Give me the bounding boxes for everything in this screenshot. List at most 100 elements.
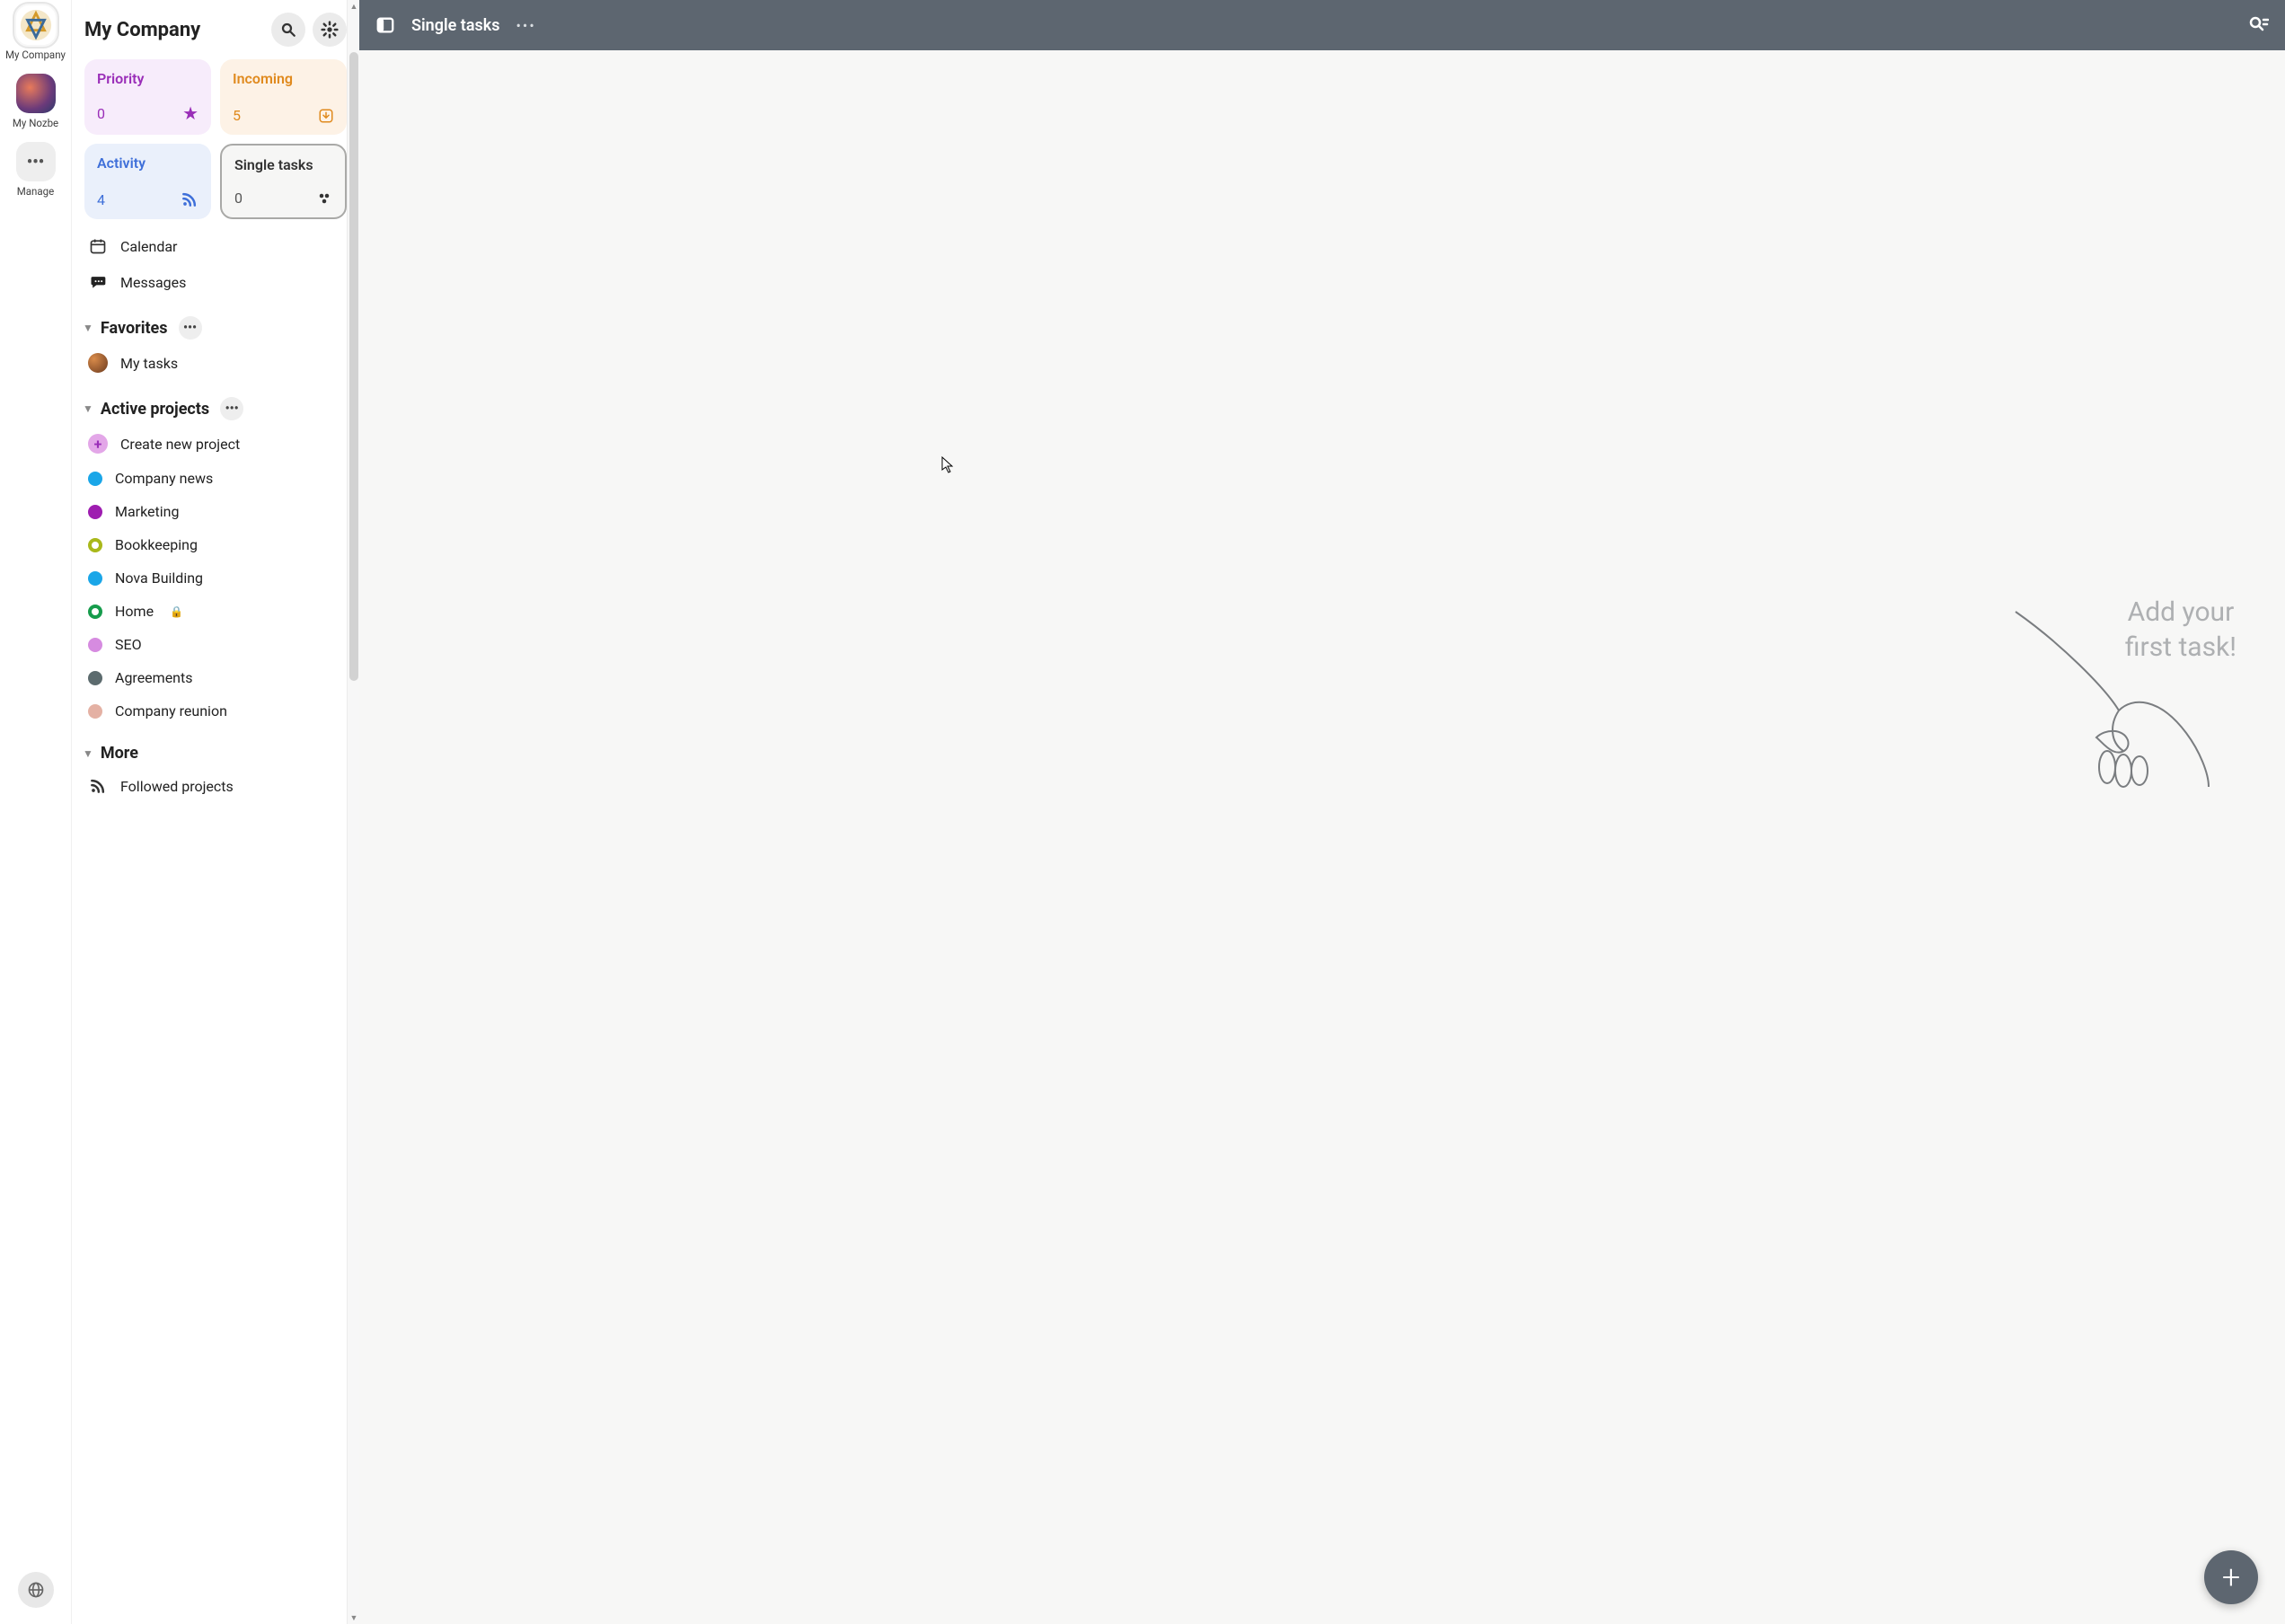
nav-label: Messages [120, 274, 186, 291]
inbox-icon [318, 108, 334, 124]
workspace-rail: My Company My Nozbe ••• Manage [0, 0, 72, 1624]
workspace-avatar [16, 74, 56, 113]
project-item[interactable]: Home 🔒 [81, 595, 350, 628]
project-item[interactable]: Company reunion [81, 694, 350, 728]
project-item[interactable]: Company news [81, 462, 350, 495]
content-area: Add your first task! + [359, 50, 2285, 1624]
section-label: Active projects [101, 400, 209, 419]
project-label: Agreements [115, 669, 193, 686]
messages-icon [88, 272, 108, 292]
ellipsis-icon: ••• [16, 142, 56, 181]
project-color-icon [88, 704, 102, 719]
card-title: Incoming [233, 70, 334, 87]
nav-messages[interactable]: Messages [81, 264, 350, 300]
favorite-my-tasks[interactable]: My tasks [81, 345, 350, 381]
workspace-my-company[interactable]: My Company [5, 5, 66, 61]
section-label: Favorites [101, 319, 168, 338]
project-color-icon [88, 638, 102, 652]
workspace-my-nozbe[interactable]: My Nozbe [13, 74, 58, 129]
dots-cluster-icon [316, 190, 332, 207]
workspace-manage[interactable]: ••• Manage [16, 142, 56, 198]
project-color-icon [88, 505, 102, 519]
workspace-label: My Nozbe [13, 117, 58, 129]
section-label: More [101, 744, 138, 763]
hand-pointing-illustration [2007, 607, 2213, 796]
card-single-tasks[interactable]: Single tasks 0 [220, 144, 347, 219]
section-active-projects[interactable]: ▼ Active projects ••• [81, 381, 350, 426]
panel-icon [375, 15, 395, 35]
project-label: Home [115, 603, 154, 620]
project-label: Bookkeeping [115, 536, 198, 553]
nav-followed-projects[interactable]: Followed projects [81, 768, 350, 804]
project-item[interactable]: Bookkeeping [81, 528, 350, 561]
search-icon [280, 22, 296, 38]
search-button[interactable] [271, 13, 305, 47]
add-task-button[interactable]: + [2204, 1550, 2258, 1604]
section-more-button[interactable]: ••• [179, 316, 202, 340]
scroll-down-icon[interactable]: ▼ [348, 1611, 360, 1624]
scroll-up-icon[interactable]: ▲ [348, 0, 360, 13]
sidebar: My Company Priority 0 ★ Incoming 5 [72, 0, 359, 1624]
topbar-filter-button[interactable] [2247, 14, 2269, 36]
plus-icon: + [88, 434, 108, 454]
sidebar-scroll[interactable]: Priority 0 ★ Incoming 5 Activity 4 [72, 56, 359, 1624]
nav-label: Followed projects [120, 778, 234, 795]
sidebar-scrollbar[interactable]: ▲ ▼ [347, 0, 359, 1624]
create-project-label: Create new project [120, 436, 240, 453]
card-count: 5 [233, 107, 241, 124]
overview-cards: Priority 0 ★ Incoming 5 Activity 4 [81, 56, 350, 228]
plus-icon: + [2222, 1558, 2240, 1596]
scrollbar-thumb[interactable] [349, 52, 358, 681]
rss-icon [181, 190, 199, 208]
caret-down-icon: ▼ [83, 322, 93, 334]
card-title: Priority [97, 70, 199, 87]
nav-calendar[interactable]: Calendar [81, 228, 350, 264]
card-priority[interactable]: Priority 0 ★ [84, 59, 211, 135]
project-color-icon [88, 538, 102, 552]
star-icon: ★ [182, 102, 199, 124]
project-item[interactable]: Agreements [81, 661, 350, 694]
calendar-icon [88, 236, 108, 256]
project-color-icon [88, 605, 102, 619]
lock-icon: 🔒 [170, 605, 183, 618]
card-activity[interactable]: Activity 4 [84, 144, 211, 219]
project-label: SEO [115, 636, 142, 653]
avatar-icon [88, 353, 108, 373]
settings-button[interactable] [313, 13, 347, 47]
card-count: 0 [234, 190, 243, 207]
rss-icon [88, 776, 108, 796]
project-item[interactable]: Marketing [81, 495, 350, 528]
cursor-icon [941, 456, 956, 474]
project-item[interactable]: Nova Building [81, 561, 350, 595]
caret-down-icon: ▼ [83, 747, 93, 760]
nav-label: Calendar [120, 238, 177, 255]
workspace-avatar [16, 5, 56, 45]
card-title: Single tasks [234, 156, 332, 173]
toggle-sidebar-button[interactable] [375, 15, 395, 35]
project-label: Marketing [115, 503, 179, 520]
caret-down-icon: ▼ [83, 402, 93, 415]
globe-button[interactable] [18, 1572, 54, 1608]
search-filter-icon [2247, 14, 2269, 36]
workspace-label: Manage [17, 185, 54, 198]
card-incoming[interactable]: Incoming 5 [220, 59, 347, 135]
favorite-label: My tasks [120, 355, 178, 372]
section-favorites[interactable]: ▼ Favorites ••• [81, 300, 350, 345]
project-label: Nova Building [115, 569, 203, 587]
project-color-icon [88, 671, 102, 685]
project-color-icon [88, 571, 102, 586]
project-item[interactable]: SEO [81, 628, 350, 661]
globe-icon [27, 1581, 45, 1599]
project-label: Company news [115, 470, 213, 487]
create-project[interactable]: + Create new project [81, 426, 350, 462]
project-color-icon [88, 472, 102, 486]
section-more-button[interactable]: ••• [220, 397, 243, 420]
card-count: 0 [97, 105, 105, 122]
main-pane: Single tasks ••• Add your first task! + [359, 0, 2285, 1624]
card-title: Activity [97, 154, 199, 172]
section-more[interactable]: ▼ More [81, 728, 350, 768]
gear-icon [321, 21, 339, 39]
topbar: Single tasks ••• [359, 0, 2285, 50]
topbar-more-button[interactable]: ••• [516, 17, 536, 34]
sidebar-header: My Company [72, 0, 359, 56]
